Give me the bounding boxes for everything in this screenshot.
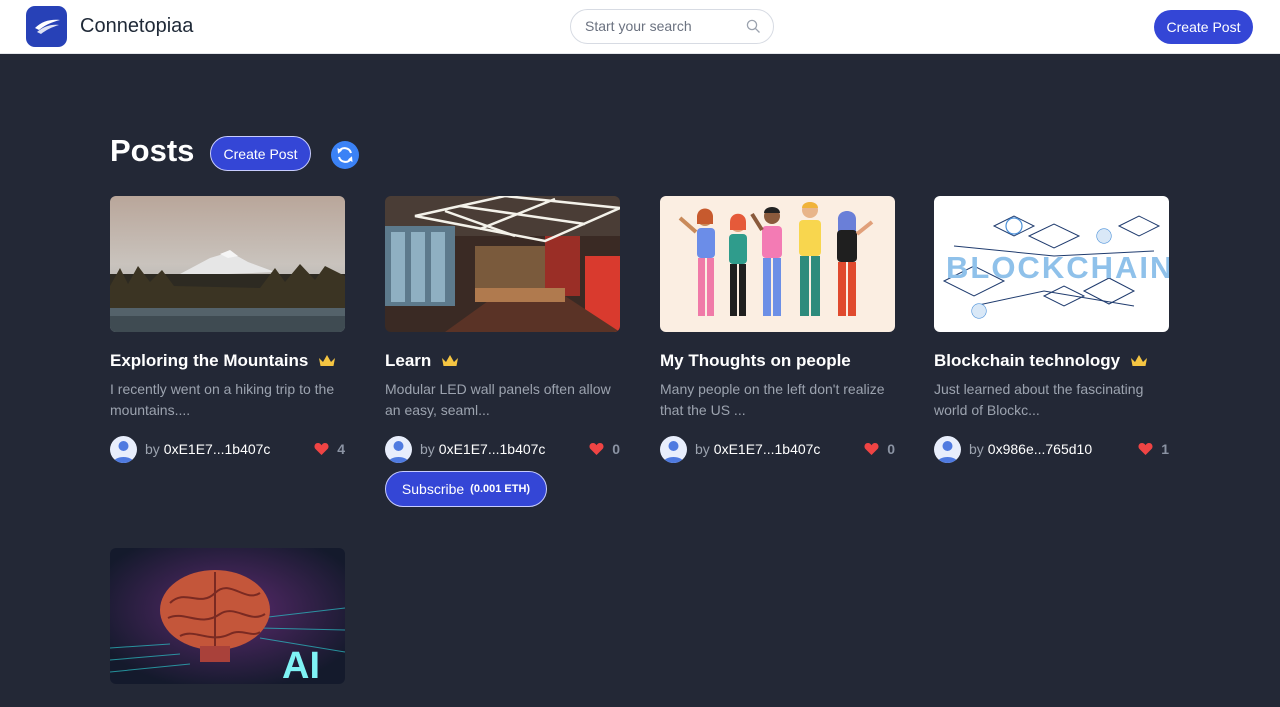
avatar: [385, 435, 412, 463]
avatar: [934, 435, 961, 463]
post-card[interactable]: Learn Modular LED wall panels often allo…: [385, 196, 620, 507]
post-footer: by 0xE1E7...1b407c 0: [385, 435, 620, 463]
author-address[interactable]: 0xE1E7...1b407c: [439, 441, 546, 457]
post-image[interactable]: [660, 196, 895, 332]
post-image[interactable]: AI: [110, 548, 345, 684]
like-counter[interactable]: 0: [864, 441, 895, 457]
post-title-text[interactable]: My Thoughts on people: [660, 351, 851, 371]
post-title-text[interactable]: Exploring the Mountains: [110, 351, 308, 371]
app-logo-icon[interactable]: [26, 6, 67, 47]
like-count: 0: [887, 441, 895, 457]
post-title-text[interactable]: Blockchain technology: [934, 351, 1120, 371]
post-excerpt: Modular LED wall panels often allow an e…: [385, 381, 611, 418]
subscribe-label: Subscribe: [401, 481, 465, 497]
crown-icon: [1131, 355, 1148, 366]
author-address[interactable]: 0xE1E7...1b407c: [714, 441, 821, 457]
post-card[interactable]: BLOCKCHAIN Blockchain technology Just le…: [934, 196, 1169, 463]
post-title[interactable]: Blockchain technology: [934, 350, 1169, 372]
subscribe-price: (0.001 ETH): [470, 483, 531, 495]
post-image[interactable]: [385, 196, 620, 332]
author-address[interactable]: 0xE1E7...1b407c: [164, 441, 271, 457]
like-counter[interactable]: 1: [1138, 441, 1169, 457]
create-post-button[interactable]: Create Post: [210, 136, 311, 171]
header-create-post-button[interactable]: Create Post: [1154, 10, 1253, 44]
post-excerpt: Just learned about the fascinating world…: [934, 381, 1144, 418]
subscribe-button[interactable]: Subscribe (0.001 ETH): [385, 471, 547, 507]
post-title[interactable]: Exploring the Mountains: [110, 350, 345, 372]
search-icon[interactable]: [746, 19, 761, 39]
post-excerpt: I recently went on a hiking trip to the …: [110, 381, 335, 418]
by-label: by: [969, 441, 984, 457]
top-navbar: Connetopiaa Create Post: [0, 0, 1280, 54]
post-title[interactable]: My Thoughts on people: [660, 350, 895, 372]
post-card[interactable]: AI: [110, 548, 345, 684]
by-label: by: [145, 441, 160, 457]
heart-icon[interactable]: [864, 442, 879, 456]
post-footer: by 0x986e...765d10 1: [934, 435, 1169, 463]
page-title: Posts: [110, 133, 195, 168]
heart-icon[interactable]: [589, 442, 604, 456]
post-image[interactable]: BLOCKCHAIN: [934, 196, 1169, 332]
author-address[interactable]: 0x986e...765d10: [988, 441, 1092, 457]
post-excerpt: Many people on the left don't realize th…: [660, 381, 885, 418]
crown-icon: [319, 355, 336, 366]
heart-icon[interactable]: [1138, 442, 1153, 456]
refresh-icon[interactable]: [331, 141, 359, 169]
post-title-text[interactable]: Learn: [385, 351, 431, 371]
post-footer: by 0xE1E7...1b407c 0: [660, 435, 895, 463]
like-counter[interactable]: 0: [589, 441, 620, 457]
by-label: by: [420, 441, 435, 457]
post-image[interactable]: [110, 196, 345, 332]
brand-name[interactable]: Connetopiaa: [80, 15, 193, 38]
post-card[interactable]: My Thoughts on people Many people on the…: [660, 196, 895, 463]
like-count: 4: [337, 441, 345, 457]
avatar: [660, 435, 687, 463]
avatar: [110, 435, 137, 463]
like-counter[interactable]: 4: [314, 441, 345, 457]
post-card[interactable]: Exploring the Mountains I recently went …: [110, 196, 345, 463]
post-footer: by 0xE1E7...1b407c 4: [110, 435, 345, 463]
like-count: 0: [612, 441, 620, 457]
post-title[interactable]: Learn: [385, 350, 620, 372]
by-label: by: [695, 441, 710, 457]
like-count: 1: [1161, 441, 1169, 457]
heart-icon[interactable]: [314, 442, 329, 456]
svg-text:BLOCKCHAIN: BLOCKCHAIN: [946, 250, 1169, 285]
search-input[interactable]: [585, 18, 745, 34]
ai-label: AI: [282, 645, 320, 684]
search-box[interactable]: [570, 9, 774, 44]
crown-icon: [442, 355, 459, 366]
